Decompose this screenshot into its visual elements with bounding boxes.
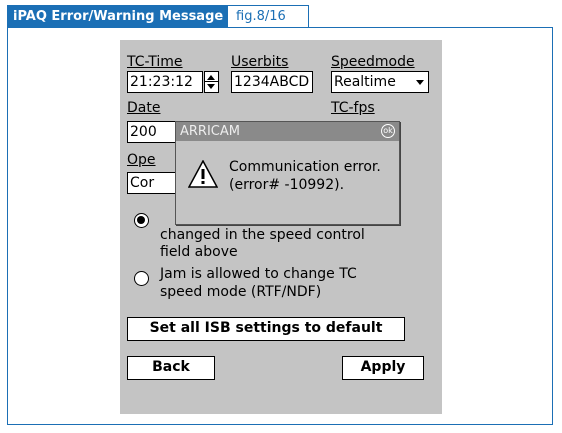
radio-speed-control[interactable]	[134, 213, 149, 228]
tc-time-spinner[interactable]	[204, 71, 219, 93]
tc-time-label: TC-Time	[127, 54, 183, 70]
operation-label: Ope	[127, 152, 156, 168]
tc-time-field[interactable]: 21:23:12	[127, 71, 203, 93]
radio-jam-change-line2: speed mode (RTF/NDF)	[160, 284, 322, 300]
spin-divider	[205, 81, 218, 82]
spin-up-icon[interactable]	[207, 75, 215, 80]
ok-button[interactable]: ok	[381, 124, 395, 138]
date-label: Date	[127, 100, 161, 116]
dialog-title: ARRICAM	[180, 124, 240, 139]
reset-isb-settings-button[interactable]: Set all ISB settings to default	[127, 317, 405, 341]
apply-button[interactable]: Apply	[342, 356, 424, 380]
radio-jam-change[interactable]	[134, 271, 149, 286]
radio-speed-control-line2: field above	[160, 244, 238, 260]
device-screen: TC-Time Userbits Speedmode 21:23:12 1234…	[120, 40, 442, 414]
tc-fps-label: TC-fps	[331, 100, 375, 116]
radio-speed-control-line1: changed in the speed control	[160, 227, 365, 243]
speedmode-dropdown[interactable]: Realtime	[331, 71, 429, 93]
dialog-message-line2: (error# -10992).	[229, 177, 345, 193]
figure-header: iPAQ Error/Warning Message	[7, 5, 227, 28]
chevron-down-icon[interactable]	[416, 80, 424, 85]
speedmode-label: Speedmode	[331, 54, 415, 70]
dialog-title-bar: ARRICAM ok	[176, 122, 399, 141]
error-dialog: ARRICAM ok Communication error. (error# …	[175, 121, 400, 225]
speedmode-value: Realtime	[334, 74, 396, 90]
spin-down-icon[interactable]	[207, 84, 215, 89]
radio-jam-change-line1: Jam is allowed to change TC	[160, 266, 357, 282]
userbits-field[interactable]: 1234ABCD	[231, 71, 313, 93]
dialog-message-line1: Communication error.	[229, 159, 381, 175]
radio-selected-dot	[137, 216, 145, 224]
warning-icon	[188, 160, 218, 188]
back-button[interactable]: Back	[127, 356, 215, 380]
userbits-label: Userbits	[231, 54, 289, 70]
figure-number: fig.8/16	[227, 5, 309, 28]
